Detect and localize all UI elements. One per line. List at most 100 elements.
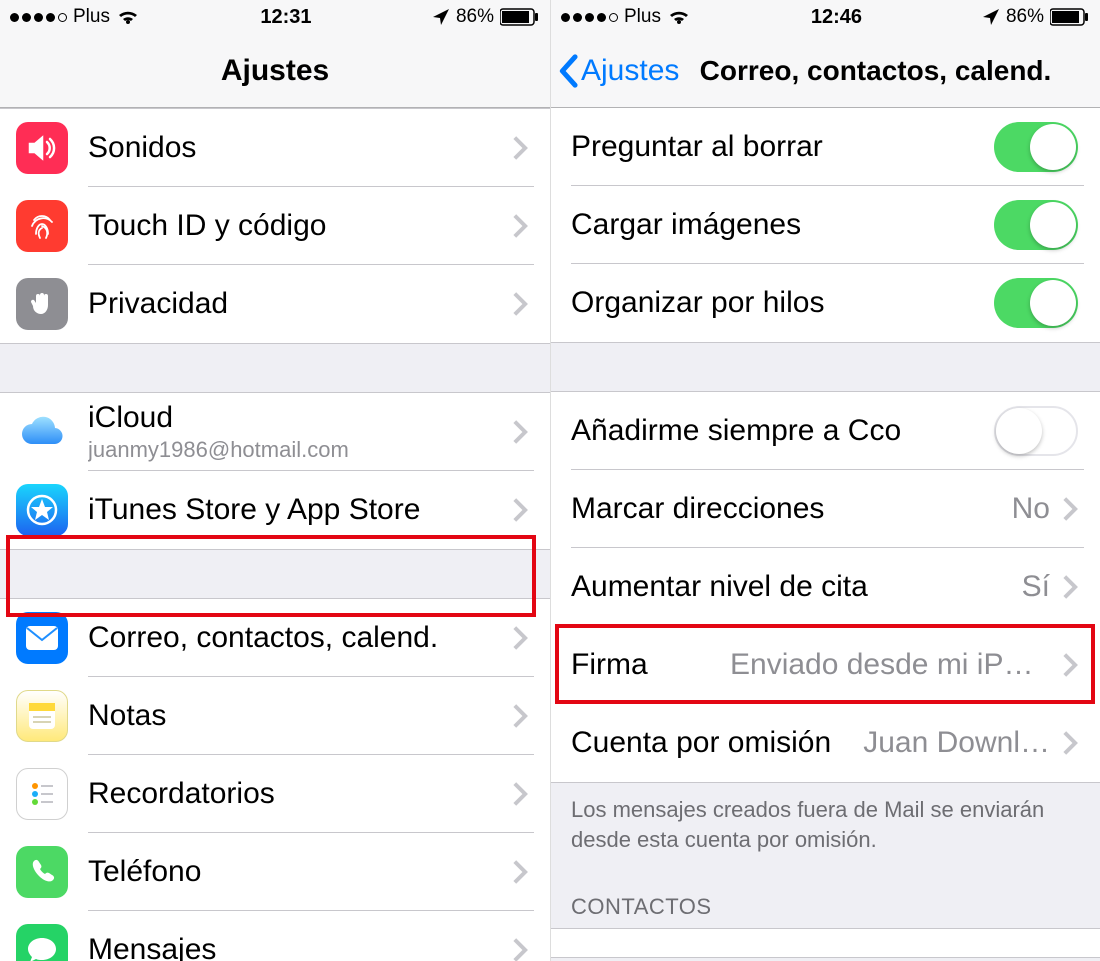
status-bar: Plus 12:46 86% [551,0,1100,34]
row-touchid[interactable]: Touch ID y código [0,187,550,265]
row-label: Teléfono [88,855,500,889]
chevron-left-icon [557,54,579,88]
chevron-right-icon [512,703,528,729]
settings-group: Sonidos Touch ID y código Privacidad [0,108,550,344]
settings-list[interactable]: Sonidos Touch ID y código Privacidad [0,108,550,961]
row-mail[interactable]: Correo, contactos, calend. [0,599,550,677]
chevron-right-icon [512,213,528,239]
appstore-icon [16,484,68,536]
row-label: Cuenta por omisión [571,726,851,760]
chevron-right-icon [512,291,528,317]
section-header-contactos: CONTACTOS [551,866,1100,928]
row-sonidos[interactable]: Sonidos [0,109,550,187]
back-button[interactable]: Ajustes [557,34,679,107]
row-firma[interactable]: Firma Enviado desde mi iPhone [551,626,1100,704]
row-appstore[interactable]: iTunes Store y App Store [0,471,550,549]
settings-group: Añadirme siempre a Cco Marcar direccione… [551,391,1100,783]
battery-percent: 86% [1006,6,1044,28]
back-label: Ajustes [581,54,679,88]
settings-group [551,928,1100,958]
row-cargar-imagenes[interactable]: Cargar imágenes [551,186,1100,264]
phone-icon [16,846,68,898]
row-label: iCloud [88,401,500,435]
location-icon [982,8,1000,26]
chevron-right-icon [512,497,528,523]
fingerprint-icon [16,200,68,252]
chevron-right-icon [1062,730,1078,756]
clock: 12:31 [260,6,311,29]
row-label: Privacidad [88,287,500,321]
row-nivel-cita[interactable]: Aumentar nivel de cita Sí [551,548,1100,626]
chevron-right-icon [512,859,528,885]
chevron-right-icon [512,781,528,807]
row-notas[interactable]: Notas [0,677,550,755]
row-cco[interactable]: Añadirme siempre a Cco [551,392,1100,470]
mail-settings-pane: Plus 12:46 86% Ajustes Correo, contactos… [550,0,1100,961]
chevron-right-icon [512,937,528,961]
row-label: Notas [88,699,500,733]
nav-bar: Ajustes Correo, contactos, calend. [551,34,1100,108]
row-sublabel: juanmy1986@hotmail.com [88,437,500,463]
row-value: Sí [1022,570,1050,604]
footer-note: Los mensajes creados fuera de Mail se en… [551,783,1100,866]
clock: 12:46 [811,6,862,29]
row-value: Juan Downl… [863,726,1050,760]
row-label: iTunes Store y App Store [88,493,500,527]
reminders-icon [16,768,68,820]
mail-settings-list[interactable]: Preguntar al borrar Cargar imágenes Orga… [551,108,1100,961]
page-title: Correo, contactos, calend. [700,55,1052,87]
chevron-right-icon [1062,496,1078,522]
cloud-icon [16,406,68,458]
row-label: Recordatorios [88,777,500,811]
page-title: Ajustes [221,54,329,88]
wifi-icon [116,8,140,26]
settings-group: Correo, contactos, calend. Notas Rec [0,598,550,961]
row-marcar-direcciones[interactable]: Marcar direcciones No [551,470,1100,548]
signal-icon [561,13,618,22]
row-mensajes[interactable]: Mensajes [0,911,550,961]
carrier-label: Plus [73,6,110,28]
battery-percent: 86% [456,6,494,28]
wifi-icon [667,8,691,26]
row-label: Preguntar al borrar [571,130,994,164]
battery-icon [500,8,540,26]
speaker-icon [16,122,68,174]
row-value: Enviado desde mi iPhone [730,648,1050,682]
row-icloud[interactable]: iCloud juanmy1986@hotmail.com [0,393,550,471]
settings-group: Preguntar al borrar Cargar imágenes Orga… [551,108,1100,343]
chevron-right-icon [512,625,528,651]
chevron-right-icon [512,419,528,445]
row-cuenta-omision[interactable]: Cuenta por omisión Juan Downl… [551,704,1100,782]
row-recordatorios[interactable]: Recordatorios [0,755,550,833]
hand-icon [16,278,68,330]
notes-icon [16,690,68,742]
toggle-switch[interactable] [994,406,1078,456]
status-bar: Plus 12:31 86% [0,0,550,34]
row-label: Añadirme siempre a Cco [571,414,994,448]
row-preguntar-borrar[interactable]: Preguntar al borrar [551,108,1100,186]
chevron-right-icon [512,135,528,161]
messages-icon [16,924,68,961]
chevron-right-icon [1062,652,1078,678]
row-label: Aumentar nivel de cita [571,570,1010,604]
battery-icon [1050,8,1090,26]
row-organizar-hilos[interactable]: Organizar por hilos [551,264,1100,342]
nav-bar: Ajustes [0,34,550,108]
row-telefono[interactable]: Teléfono [0,833,550,911]
signal-icon [10,13,67,22]
toggle-switch[interactable] [994,122,1078,172]
row-label: Sonidos [88,131,500,165]
carrier-label: Plus [624,6,661,28]
row-label: Touch ID y código [88,209,500,243]
row-label: Firma [571,648,718,682]
toggle-switch[interactable] [994,278,1078,328]
row-label: Mensajes [88,933,500,961]
chevron-right-icon [1062,574,1078,600]
row-label: Marcar direcciones [571,492,1000,526]
row-label: Correo, contactos, calend. [88,621,500,655]
settings-group: iCloud juanmy1986@hotmail.com iTunes Sto… [0,392,550,550]
row-privacidad[interactable]: Privacidad [0,265,550,343]
row-label: Cargar imágenes [571,208,994,242]
row-value: No [1012,492,1050,526]
toggle-switch[interactable] [994,200,1078,250]
